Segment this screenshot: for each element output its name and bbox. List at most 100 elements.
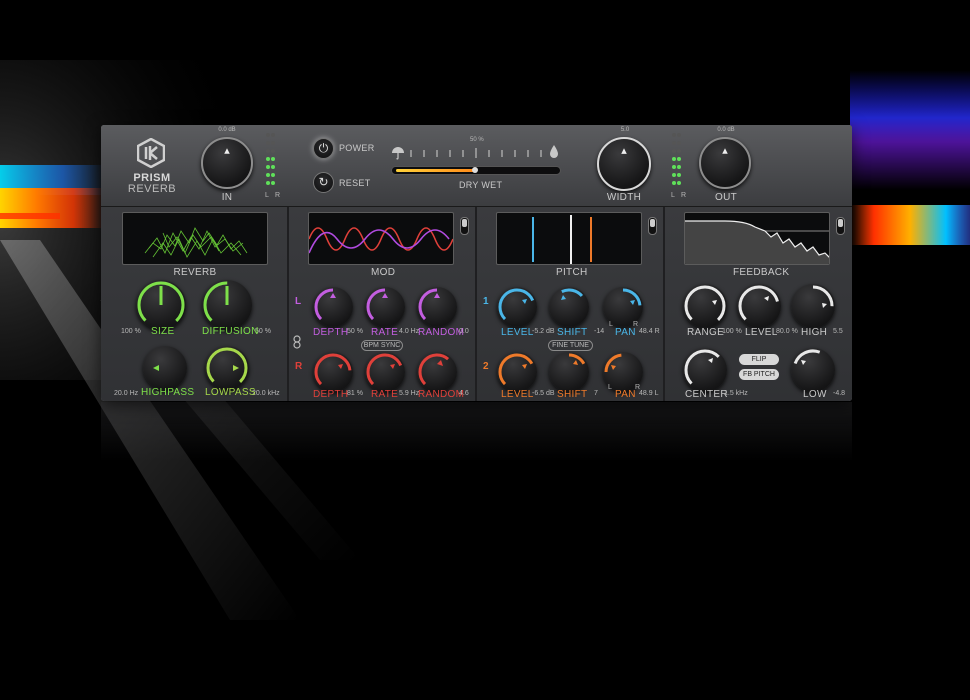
- lowpass-knob[interactable]: [205, 346, 249, 390]
- center-value: 1.5 kHz: [724, 390, 748, 397]
- header-bar: PRISM REVERB 0.0 dB IN L R ⏻ POWER ↻ RES…: [101, 125, 852, 207]
- output-meter: [672, 133, 686, 189]
- drywet-thumb[interactable]: [472, 167, 478, 173]
- pitch-enable-switch[interactable]: [648, 217, 657, 235]
- in-knob[interactable]: [201, 137, 253, 189]
- size-label: SIZE: [151, 326, 175, 337]
- v2-level-label: LEVEL: [501, 389, 534, 400]
- pitch-display: [496, 212, 642, 265]
- r-rate-knob[interactable]: [365, 352, 405, 392]
- drywet-slider[interactable]: [391, 166, 561, 175]
- diffusion-knob[interactable]: [202, 280, 252, 330]
- center-label: CENTER: [685, 389, 728, 400]
- mod-row-l: L: [295, 296, 302, 307]
- mod-row-r: R: [295, 361, 303, 372]
- out-label: OUT: [714, 192, 737, 203]
- pitch-row-2: 2: [483, 361, 489, 372]
- v2-shift-label: SHIFT: [557, 389, 588, 400]
- v1-pan-label: PAN: [615, 327, 636, 338]
- v1-shift-knob[interactable]: [549, 287, 589, 327]
- reverb-title: REVERB: [173, 267, 217, 278]
- highpass-knob[interactable]: [143, 346, 187, 390]
- width-value: 5.0: [620, 127, 630, 133]
- width-label: WIDTH: [606, 192, 642, 203]
- reverb-section: REVERB 100 % SIZE 50 % DIFFUSION 20.0 Hz…: [101, 207, 289, 401]
- highpass-value: 20.0 Hz: [114, 390, 139, 397]
- diffusion-label: DIFFUSION: [202, 326, 259, 337]
- pitch-section: PITCH 1 LEVEL -5.2 dB SHIFT -14 L R PAN …: [477, 207, 665, 401]
- range-value: 100 %: [722, 328, 742, 335]
- size-knob[interactable]: [136, 280, 186, 330]
- lowpass-label: LOWPASS: [205, 387, 256, 398]
- drywet-label: DRY WET: [459, 180, 503, 190]
- center-knob[interactable]: [683, 348, 727, 392]
- umbrella-icon: [392, 147, 404, 160]
- in-value: 0.0 dB: [218, 127, 236, 133]
- fine-tune-button[interactable]: FINE TUNE: [548, 340, 593, 351]
- size-value: 100 %: [121, 328, 141, 335]
- v1-level-label: LEVEL: [501, 327, 534, 338]
- bpm-sync-button[interactable]: BPM SYNC: [361, 340, 403, 351]
- v2-shift-knob[interactable]: [549, 352, 589, 392]
- range-label: RANGE: [687, 327, 725, 338]
- power-button[interactable]: ⏻: [313, 138, 334, 159]
- reset-button[interactable]: ↻: [313, 172, 334, 193]
- low-knob[interactable]: [791, 348, 835, 392]
- out-meter-l: L: [671, 192, 675, 199]
- v2-shift-value: 7: [594, 390, 598, 397]
- v2-level-knob[interactable]: [497, 352, 537, 392]
- out-knob[interactable]: [699, 137, 751, 189]
- link-icon[interactable]: [293, 335, 301, 349]
- low-value: -4.8: [833, 390, 846, 397]
- v1-level-value: -5.2 dB: [532, 328, 555, 335]
- high-knob[interactable]: [791, 284, 835, 328]
- fb-level-label: LEVEL: [745, 327, 778, 338]
- out-meter-r: R: [681, 192, 687, 199]
- pitch-row-1: 1: [483, 296, 489, 307]
- high-label: HIGH: [801, 327, 828, 338]
- feedback-section: FEEDBACK RANGE 100 % LEVEL 80.0 % HIGH 5…: [665, 207, 852, 401]
- l-random-knob[interactable]: [417, 287, 457, 327]
- l-rate-knob[interactable]: [365, 287, 405, 327]
- r-random-knob[interactable]: [417, 352, 457, 392]
- brand-subname: REVERB: [127, 183, 177, 195]
- drywet-value: 50 %: [470, 137, 484, 143]
- droplet-icon: [550, 145, 558, 158]
- r-random-label: RANDOM: [418, 389, 465, 400]
- v1-shift-label: SHIFT: [557, 327, 588, 338]
- l-rate-label: RATE: [371, 327, 399, 338]
- low-label: LOW: [803, 389, 827, 400]
- drywet-fill: [396, 169, 476, 172]
- v1-pan-l: L: [609, 321, 613, 328]
- prism-logo-icon: [137, 138, 165, 168]
- reset-icon: ↻: [318, 175, 329, 189]
- highpass-label: HIGHPASS: [141, 387, 195, 398]
- range-knob[interactable]: [683, 284, 727, 328]
- lowpass-value: 20.0 kHz: [252, 390, 280, 397]
- r-depth-value: 81 %: [347, 390, 363, 397]
- reset-label: RESET: [339, 178, 371, 188]
- r-rate-label: RATE: [371, 389, 399, 400]
- drywet-ticks: [410, 148, 542, 158]
- width-knob[interactable]: [597, 137, 651, 191]
- r-random-value: 4.6: [459, 390, 469, 397]
- mod-section: MOD L DEPTH 50 % RATE 4.0 Hz RANDOM 0.0 …: [289, 207, 477, 401]
- l-depth-knob[interactable]: [313, 287, 353, 327]
- reverb-display: [122, 212, 268, 265]
- fb-pitch-button[interactable]: FB PITCH: [739, 369, 779, 380]
- r-depth-label: DEPTH: [313, 389, 349, 400]
- l-random-value: 0.0: [459, 328, 469, 335]
- panel-reflection: [101, 402, 852, 462]
- flip-button[interactable]: FLIP: [739, 354, 779, 365]
- pitch-title: PITCH: [556, 267, 588, 278]
- mod-enable-switch[interactable]: [460, 217, 469, 235]
- fb-level-knob[interactable]: [737, 284, 781, 328]
- mod-display: [308, 212, 454, 265]
- feedback-enable-switch[interactable]: [836, 217, 845, 235]
- power-icon: ⏻: [318, 141, 329, 155]
- r-depth-knob[interactable]: [313, 352, 353, 392]
- v1-level-knob[interactable]: [497, 287, 537, 327]
- in-label: IN: [221, 192, 233, 203]
- v1-pan-value: 48.4 R: [639, 328, 660, 335]
- feedback-title: FEEDBACK: [733, 267, 790, 278]
